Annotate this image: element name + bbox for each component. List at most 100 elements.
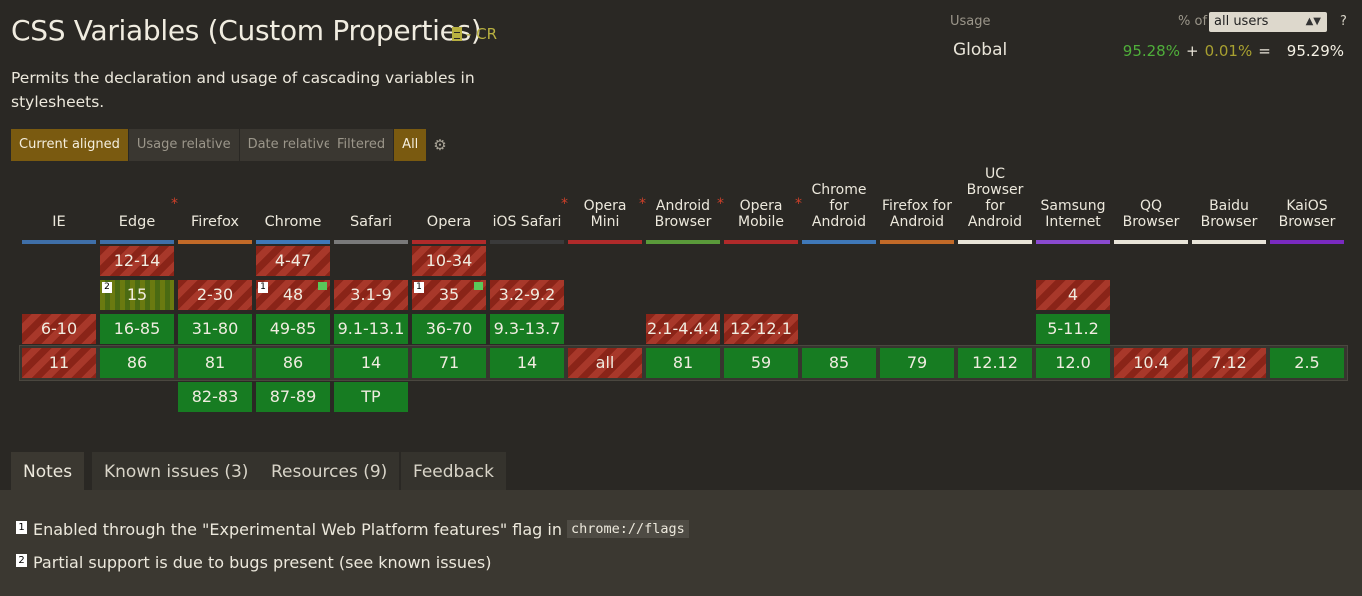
browser-header-baidu-browser[interactable]: Baidu Browser	[1192, 170, 1266, 244]
version-label: 85	[828, 353, 850, 372]
version-label: 2.5	[1294, 353, 1320, 372]
version-label: 31-80	[191, 319, 239, 338]
support-cell[interactable]: 86	[100, 348, 174, 378]
version-label: 87-89	[269, 387, 317, 406]
support-cell[interactable]: 82-83	[178, 382, 252, 412]
support-cell[interactable]: 10.4	[1114, 348, 1188, 378]
version-label: 48	[282, 285, 304, 304]
support-cell[interactable]: 81	[646, 348, 720, 378]
version-label: 10.4	[1133, 353, 1169, 372]
support-cell[interactable]: 2-30	[178, 280, 252, 310]
browser-header-edge[interactable]: Edge *	[100, 170, 178, 244]
equals-sign: =	[1258, 42, 1271, 60]
support-cell[interactable]: 71	[412, 348, 486, 378]
tab-notes[interactable]: Notes	[11, 452, 85, 490]
version-label: 11	[48, 353, 70, 372]
support-cell[interactable]: 11	[22, 348, 96, 378]
support-cell[interactable]: 3.1-9	[334, 280, 408, 310]
support-cell[interactable]: 31-80	[178, 314, 252, 344]
version-label: 35	[438, 285, 460, 304]
current-aligned-button[interactable]: Current aligned	[11, 129, 129, 161]
browser-header-firefox-for-android[interactable]: Firefox for Android	[880, 170, 954, 244]
filtered-button[interactable]: Filtered	[329, 129, 395, 161]
support-cell[interactable]: 12.12	[958, 348, 1032, 378]
flag-icon	[318, 282, 327, 290]
version-label: 9.3-13.7	[493, 319, 561, 338]
date-relative-button[interactable]: Date relative	[239, 129, 341, 161]
user-scope-select[interactable]: all users ▲▼	[1209, 12, 1327, 32]
support-cell[interactable]: 4	[1036, 280, 1110, 310]
spec-status[interactable]: - CR	[452, 25, 497, 43]
browser-header-firefox[interactable]: Firefox	[178, 170, 252, 244]
gear-icon[interactable]: ⚙	[432, 137, 448, 153]
support-cell[interactable]: 87-89	[256, 382, 330, 412]
version-label: 14	[360, 353, 382, 372]
asterisk-icon: *	[795, 196, 802, 212]
support-cell[interactable]: 36-70	[412, 314, 486, 344]
support-cell[interactable]: 35 1	[412, 280, 486, 310]
support-cell[interactable]: 81	[178, 348, 252, 378]
support-cell[interactable]: 48 1	[256, 280, 330, 310]
tab-feedback[interactable]: Feedback	[401, 452, 506, 490]
tab-known-issues[interactable]: Known issues (3)	[92, 452, 261, 490]
support-cell[interactable]: 2.5	[1270, 348, 1344, 378]
browser-header-opera[interactable]: Opera	[412, 170, 486, 244]
browser-header-samsung-internet[interactable]: Samsung Internet	[1036, 170, 1110, 244]
support-cell[interactable]: 7.12	[1192, 348, 1266, 378]
version-label: 6-10	[40, 319, 78, 338]
version-label: 86	[282, 353, 304, 372]
browser-header-ios-safari[interactable]: iOS Safari *	[490, 170, 568, 244]
version-label: 79	[906, 353, 928, 372]
version-label: 81	[672, 353, 694, 372]
browser-header-opera-mobile[interactable]: Opera Mobile *	[724, 170, 802, 244]
support-cell[interactable]: 3.2-9.2	[490, 280, 564, 310]
browser-header-uc-browser-for-android[interactable]: UC Browser for Android	[958, 166, 1032, 244]
browser-header-chrome[interactable]: Chrome	[256, 170, 330, 244]
support-cell[interactable]: 16-85	[100, 314, 174, 344]
help-link[interactable]: ?	[1340, 14, 1347, 29]
support-cell[interactable]: 14	[490, 348, 564, 378]
note-marker: 2	[102, 282, 112, 293]
usage-relative-button[interactable]: Usage relative	[128, 129, 240, 161]
support-cell[interactable]: 12.0	[1036, 348, 1110, 378]
browser-header-chrome-for-android[interactable]: Chrome for Android	[802, 170, 876, 244]
support-cell[interactable]: TP	[334, 382, 408, 412]
all-button[interactable]: All	[394, 129, 428, 161]
support-cell[interactable]: 4-47	[256, 246, 330, 276]
support-cell[interactable]: 9.1-13.1	[334, 314, 408, 344]
support-cell[interactable]: 15 2	[100, 280, 174, 310]
support-cell[interactable]: 12-12.1	[724, 314, 798, 344]
browser-header-qq-browser[interactable]: QQ Browser	[1114, 170, 1188, 244]
support-cell[interactable]: 10-34	[412, 246, 486, 276]
browser-header-android-browser[interactable]: Android Browser *	[646, 170, 724, 244]
version-label: TP	[361, 387, 381, 406]
browser-header-kaios-browser[interactable]: KaiOS Browser	[1270, 170, 1344, 244]
support-cell[interactable]: 86	[256, 348, 330, 378]
support-cell[interactable]: 6-10	[22, 314, 96, 344]
browser-name: Opera Mobile	[738, 198, 784, 230]
support-cell[interactable]: 85	[802, 348, 876, 378]
support-cell[interactable]: 2.1-4.4.4	[646, 314, 720, 344]
partial-support-percent: 0.01%	[1204, 42, 1253, 60]
support-cell[interactable]: 59	[724, 348, 798, 378]
support-cell[interactable]: 14	[334, 348, 408, 378]
browser-header-ie[interactable]: IE	[22, 170, 96, 244]
version-label: 4-47	[274, 251, 312, 270]
support-cell[interactable]: all	[568, 348, 642, 378]
user-scope-value: all users	[1214, 14, 1269, 29]
browser-header-safari[interactable]: Safari	[334, 170, 408, 244]
version-label: 15	[126, 285, 148, 304]
browser-name: QQ Browser	[1122, 198, 1180, 230]
tab-resources[interactable]: Resources (9)	[259, 452, 400, 490]
support-cell[interactable]: 9.3-13.7	[490, 314, 564, 344]
browser-header-opera-mini[interactable]: Opera Mini *	[568, 170, 646, 244]
support-cell[interactable]: 49-85	[256, 314, 330, 344]
support-cell[interactable]: 12-14	[100, 246, 174, 276]
version-label: 86	[126, 353, 148, 372]
browser-name: Opera	[426, 214, 472, 230]
note-marker: 1	[258, 282, 268, 293]
support-cell[interactable]: 79	[880, 348, 954, 378]
version-label: 36-70	[425, 319, 473, 338]
browser-name: Edge	[118, 214, 156, 230]
support-cell[interactable]: 5-11.2	[1036, 314, 1110, 344]
